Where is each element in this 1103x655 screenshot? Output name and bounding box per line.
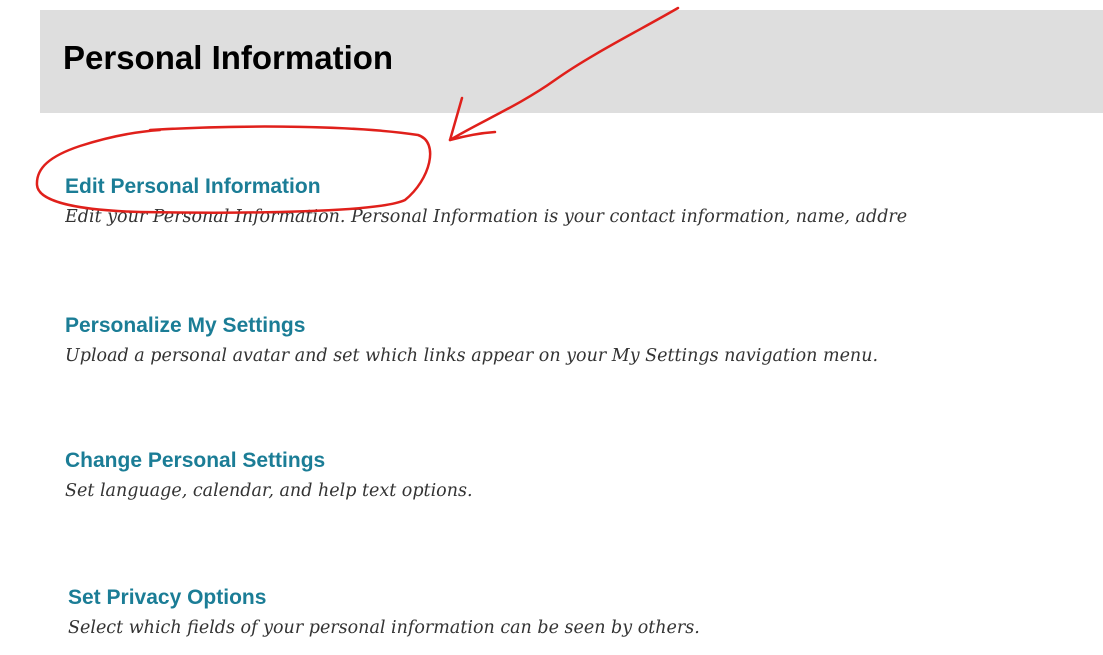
edit-personal-information-description: Edit your Personal Information. Personal… bbox=[65, 207, 908, 227]
option-set-privacy-options: Set Privacy Options Select which fields … bbox=[68, 584, 1103, 641]
personalize-my-settings-description: Upload a personal avatar and set which l… bbox=[65, 346, 879, 366]
set-privacy-options-description: Select which fields of your personal inf… bbox=[68, 618, 700, 638]
page-title: Personal Information bbox=[63, 39, 394, 76]
set-privacy-options-link[interactable]: Set Privacy Options bbox=[68, 584, 1103, 612]
option-change-personal-settings: Change Personal Settings Set language, c… bbox=[65, 447, 1103, 504]
edit-personal-information-link[interactable]: Edit Personal Information bbox=[65, 173, 1103, 201]
change-personal-settings-description: Set language, calendar, and help text op… bbox=[65, 481, 473, 501]
change-personal-settings-link[interactable]: Change Personal Settings bbox=[65, 447, 1103, 475]
personalize-my-settings-link[interactable]: Personalize My Settings bbox=[65, 312, 1103, 340]
option-personalize-my-settings: Personalize My Settings Upload a persona… bbox=[65, 312, 1103, 369]
option-edit-personal-information: Edit Personal Information Edit your Pers… bbox=[65, 173, 1103, 230]
